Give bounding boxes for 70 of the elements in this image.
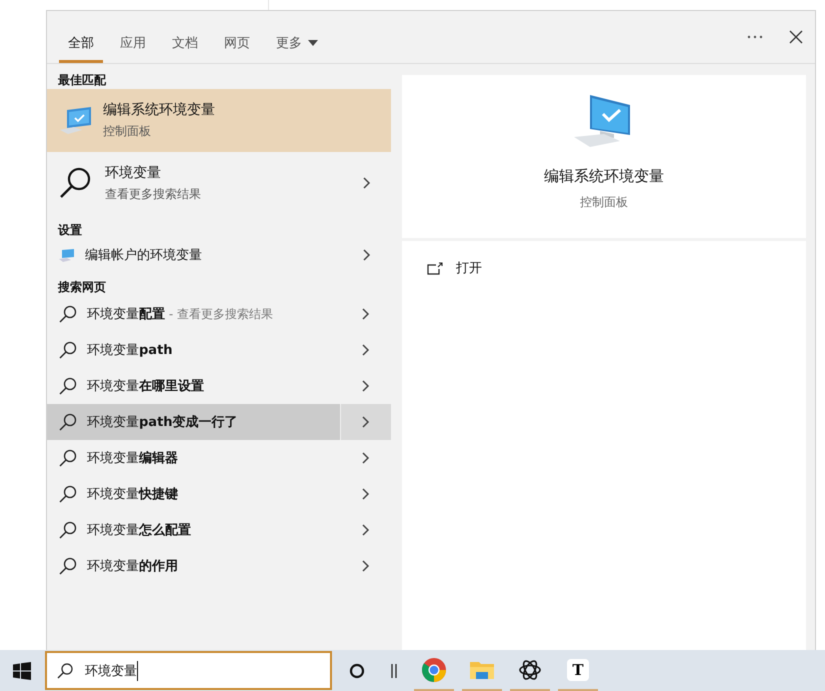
suggestion-text: 环境变量编辑器 — [87, 450, 178, 467]
section-heading: 搜索网页 — [56, 279, 107, 296]
result-title: 环境变量 — [105, 164, 162, 182]
chevron-icon — [362, 380, 370, 392]
suggestion-text: 环境变量在哪里设置 — [87, 378, 204, 395]
web-suggestion[interactable]: 环境变量怎么配置 — [47, 512, 391, 548]
open-action[interactable]: 打开 — [402, 255, 806, 281]
search-value: 环境变量 — [85, 662, 137, 680]
preview-subtitle: 控制面板 — [580, 194, 628, 211]
computer-icon — [59, 248, 75, 262]
tab[interactable]: 全部 — [59, 11, 103, 63]
search-icon — [59, 341, 77, 359]
chevron-icon — [362, 344, 370, 356]
knot-logo-icon — [518, 658, 542, 682]
app-icon: T — [567, 658, 589, 680]
web-suggestion[interactable]: 环境变量配置 - 查看更多搜索结果 — [47, 296, 391, 332]
chevron-icon — [362, 524, 370, 536]
search-icon — [59, 166, 93, 200]
search-icon — [59, 521, 77, 539]
taskbar-app[interactable]: T — [558, 650, 598, 691]
result-subtitle: 查看更多搜索结果 — [105, 186, 202, 202]
search-icon — [57, 662, 73, 678]
chevron-icon — [362, 452, 370, 464]
result-subtitle: 控制面板 — [103, 123, 152, 140]
action-label: 打开 — [456, 260, 482, 277]
circle-icon[interactable] — [349, 662, 365, 678]
suggestion-text: 环境变量怎么配置 — [87, 522, 191, 539]
tab[interactable]: 更多 — [267, 11, 327, 63]
web-result-item[interactable]: 环境变量 查看更多搜索结果 — [47, 152, 391, 214]
web-suggestion[interactable]: 环境变量在哪里设置 — [47, 368, 391, 404]
more-options-icon[interactable] — [747, 35, 763, 39]
suggestion-text: 环境变量path — [87, 342, 173, 359]
tab[interactable]: 网页 — [215, 11, 259, 63]
web-suggestion[interactable]: 环境变量编辑器 — [47, 440, 391, 476]
result-title: 编辑系统环境变量 — [103, 101, 215, 119]
chevron-icon — [363, 177, 371, 189]
web-suggestion[interactable]: 环境变量快捷键 — [47, 476, 391, 512]
task-view-icon[interactable] — [390, 662, 398, 678]
chevron-icon — [362, 308, 370, 320]
search-icon — [59, 485, 77, 503]
search-icon — [59, 449, 77, 467]
chevron-icon — [363, 249, 371, 261]
preview-title: 编辑系统环境变量 — [544, 167, 664, 186]
suggestion-text: 环境变量快捷键 — [87, 486, 178, 503]
close-icon[interactable] — [789, 30, 803, 44]
best-match-item[interactable]: 编辑系统环境变量 控制面板 — [47, 89, 391, 152]
web-suggestion[interactable]: 环境变量的作用 — [47, 548, 391, 584]
windows-logo-icon[interactable] — [13, 662, 31, 680]
search-icon — [59, 377, 77, 395]
suggestion-text: 环境变量的作用 — [87, 558, 178, 575]
chevron-icon — [362, 560, 370, 572]
section-heading: 最佳匹配 — [57, 72, 107, 89]
search-icon — [59, 305, 77, 323]
suggestion-text: 环境变量path变成一行了 — [87, 414, 238, 431]
chevron-icon — [362, 488, 370, 500]
settings-item[interactable]: 编辑帐户的环境变量 — [47, 239, 391, 271]
open-icon — [427, 262, 443, 274]
chevron-icon — [362, 416, 370, 428]
tab[interactable]: 应用 — [111, 11, 155, 63]
suggestion-hint: - 查看更多搜索结果 — [168, 306, 273, 322]
chrome-icon — [421, 656, 447, 682]
suggestion-text: 环境变量配置 — [87, 306, 165, 323]
section-heading: 设置 — [56, 222, 83, 239]
search-icon — [59, 413, 77, 431]
search-field[interactable]: 环境变量 — [45, 651, 332, 690]
tab[interactable]: 文档 — [163, 11, 207, 63]
settings-label: 编辑帐户的环境变量 — [85, 247, 203, 264]
computer-icon — [59, 106, 93, 136]
web-suggestion[interactable]: 环境变量path — [47, 332, 391, 368]
search-icon — [59, 557, 77, 575]
